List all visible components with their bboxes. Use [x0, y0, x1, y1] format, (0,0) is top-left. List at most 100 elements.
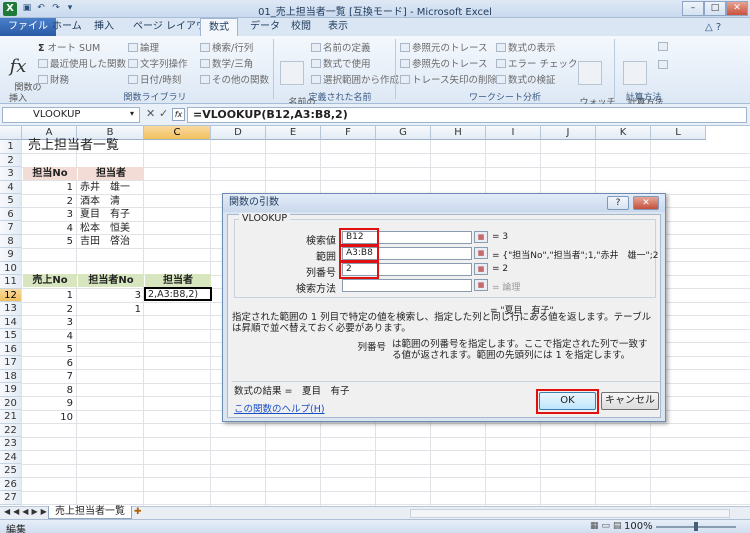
create-from-selection-button[interactable]: 選択範囲から作成 [311, 72, 399, 86]
table-cell[interactable]: 9 [23, 397, 73, 410]
table-cell[interactable]: 夏目 有子 [80, 208, 130, 221]
enter-icon[interactable]: ✓ [159, 107, 168, 120]
use-in-formula-button[interactable]: 数式で使用 [311, 56, 371, 70]
table-cell[interactable]: 3 [23, 208, 73, 221]
row-header[interactable]: 7 [0, 221, 22, 235]
dialog-close-icon[interactable]: ✕ [633, 196, 659, 210]
column-header[interactable]: L [651, 126, 706, 140]
table-cell[interactable]: 7 [23, 370, 73, 383]
more-functions-button[interactable]: その他の関数 [200, 72, 269, 86]
row-header[interactable]: 8 [0, 234, 22, 248]
row-header[interactable]: 16 [0, 342, 22, 356]
maximize-icon[interactable]: □ [704, 1, 726, 16]
zoom-slider-thumb[interactable] [694, 522, 698, 531]
column-header[interactable]: C [144, 126, 211, 140]
ok-button[interactable]: OK [539, 392, 596, 410]
error-check-button[interactable]: エラー チェック [496, 56, 578, 70]
table-cell[interactable]: 吉田 啓治 [80, 235, 130, 248]
collapse-dialog-icon[interactable]: ▦ [474, 279, 488, 291]
remove-arrows-button[interactable]: トレース矢印の削除 [400, 72, 497, 86]
lookup-button[interactable]: 検索/行列 [200, 40, 253, 54]
row-header[interactable]: 19 [0, 383, 22, 397]
trace-precedents-button[interactable]: 参照元のトレース [400, 40, 488, 54]
header-cell[interactable]: 担当者 [78, 167, 144, 180]
row-header[interactable]: 25 [0, 464, 22, 478]
row-header[interactable]: 26 [0, 477, 22, 491]
header-cell[interactable]: 担当者No [78, 274, 144, 287]
calculate-sheet-icon[interactable] [658, 60, 668, 69]
logical-button[interactable]: 論理 [128, 40, 159, 54]
minimize-icon[interactable]: – [682, 1, 704, 16]
datetime-button[interactable]: 日付/時刻 [128, 72, 181, 86]
evaluate-formula-button[interactable]: 数式の検証 [496, 72, 556, 86]
cancel-entry-icon[interactable]: ✕ [146, 107, 155, 120]
active-cell-editor[interactable]: 2,A3:B8,2) [144, 287, 212, 301]
column-header[interactable]: K [596, 126, 651, 140]
table-cell[interactable]: 2 [23, 195, 73, 208]
row-header[interactable]: 18 [0, 369, 22, 383]
row-header[interactable]: 17 [0, 356, 22, 370]
tab-data[interactable]: データ [242, 18, 288, 36]
sheet-title-cell[interactable]: 売上担当者一覧 [28, 137, 119, 154]
tab-view[interactable]: 表示 [320, 18, 356, 36]
row-header[interactable]: 6 [0, 207, 22, 221]
collapse-dialog-icon[interactable]: ▦ [474, 231, 488, 243]
row-header[interactable]: 14 [0, 315, 22, 329]
column-header[interactable]: F [321, 126, 376, 140]
header-cell[interactable]: 担当No [23, 167, 77, 180]
table-cell[interactable]: 5 [23, 235, 73, 248]
table-cell[interactable]: 3 [23, 316, 73, 329]
table-cell[interactable]: 1 [23, 289, 73, 302]
row-header[interactable]: 23 [0, 437, 22, 451]
tab-insert[interactable]: 挿入 [86, 18, 122, 36]
show-formulas-button[interactable]: 数式の表示 [496, 40, 556, 54]
row-header[interactable]: 9 [0, 248, 22, 262]
row-header[interactable]: 11 [0, 275, 22, 289]
column-header[interactable]: J [541, 126, 596, 140]
text-button[interactable]: 文字列操作 [128, 56, 188, 70]
row-header[interactable]: 27 [0, 491, 22, 505]
table-cell[interactable]: 1 [23, 181, 73, 194]
table-cell[interactable]: 4 [23, 330, 73, 343]
row-header[interactable]: 1 [0, 140, 22, 154]
table-cell[interactable]: 10 [23, 411, 73, 424]
table-cell[interactable]: 3 [78, 289, 141, 302]
insert-function-icon[interactable]: fx [172, 108, 185, 121]
trace-dependents-button[interactable]: 参照先のトレース [400, 56, 488, 70]
row-header[interactable]: 5 [0, 194, 22, 208]
table-cell[interactable]: 2 [23, 303, 73, 316]
header-cell[interactable]: 担当者 [145, 274, 211, 287]
table-cell[interactable]: 8 [23, 384, 73, 397]
column-header[interactable]: D [211, 126, 266, 140]
column-header[interactable]: I [486, 126, 541, 140]
row-header[interactable]: 2 [0, 153, 22, 167]
close-icon[interactable]: ✕ [726, 1, 748, 16]
sheet-tab-active[interactable]: 売上担当者一覧 [48, 506, 132, 519]
collapse-dialog-icon[interactable]: ▦ [474, 247, 488, 259]
row-header[interactable]: 24 [0, 450, 22, 464]
column-header[interactable]: G [376, 126, 431, 140]
dialog-help-icon[interactable]: ? [607, 196, 629, 210]
row-header[interactable]: 3 [0, 167, 22, 181]
argument-input[interactable] [342, 279, 472, 292]
name-box[interactable]: VLOOKUP [2, 107, 140, 123]
row-header[interactable]: 15 [0, 329, 22, 343]
define-name-button[interactable]: 名前の定義 [311, 40, 371, 54]
math-button[interactable]: 数学/三角 [200, 56, 253, 70]
calculate-now-icon[interactable] [658, 42, 668, 51]
tab-home[interactable]: ホーム [44, 18, 90, 36]
name-box-dropdown-icon[interactable]: ▾ [130, 109, 134, 118]
table-cell[interactable]: 酒本 清 [80, 195, 120, 208]
column-header[interactable]: H [431, 126, 486, 140]
table-cell[interactable]: 6 [23, 357, 73, 370]
table-cell[interactable]: 赤井 雄一 [80, 181, 130, 194]
row-header[interactable]: 22 [0, 423, 22, 437]
column-header[interactable]: E [266, 126, 321, 140]
formula-input[interactable]: =VLOOKUP(B12,A3:B8,2) [187, 107, 747, 123]
row-header[interactable]: 4 [0, 180, 22, 194]
help-icon[interactable]: △ ? [705, 22, 721, 33]
table-cell[interactable]: 1 [78, 303, 141, 316]
row-header[interactable]: 10 [0, 261, 22, 275]
horizontal-scrollbar[interactable] [410, 509, 730, 518]
row-header[interactable]: 13 [0, 302, 22, 316]
